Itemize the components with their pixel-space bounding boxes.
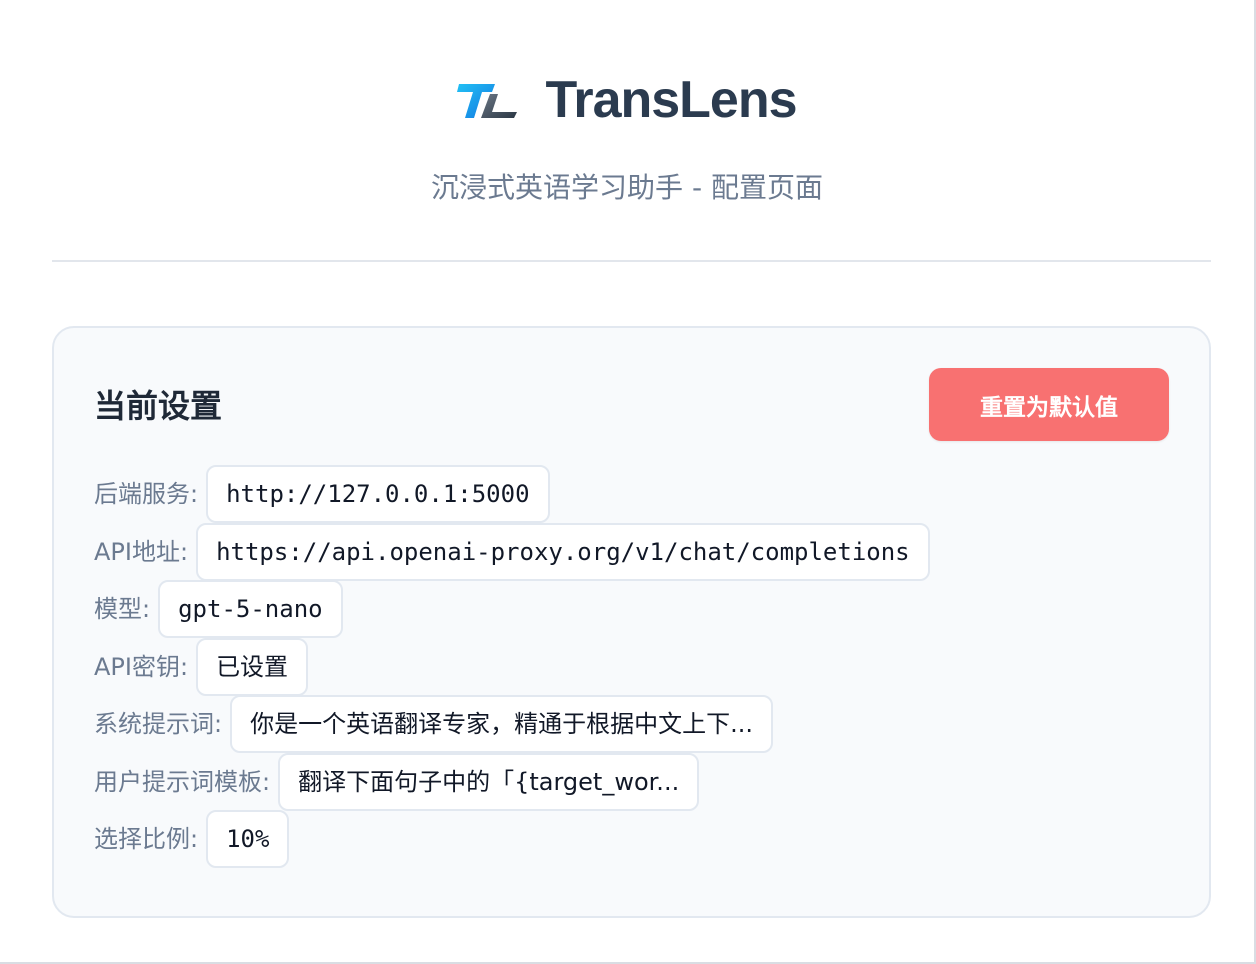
setting-label: API密钥:: [94, 653, 189, 681]
setting-value: 10%: [206, 810, 290, 868]
setting-value: http://127.0.0.1:5000: [206, 465, 550, 523]
setting-value: 已设置: [196, 638, 309, 696]
config-page: TransLens 沉浸式英语学习助手 - 配置页面 当前设置 重置为默认值 后…: [0, 0, 1256, 964]
setting-row-selection-ratio: 选择比例: 10%: [94, 810, 290, 868]
setting-label: 选择比例:: [94, 825, 199, 853]
setting-label: 后端服务:: [94, 480, 199, 508]
brand-header: TransLens: [0, 70, 1254, 130]
setting-label: 系统提示词:: [94, 710, 223, 738]
setting-label: API地址:: [94, 538, 189, 566]
setting-row-api-url: API地址: https://api.openai-proxy.org/v1/c…: [94, 523, 930, 581]
setting-value: gpt-5-nano: [158, 580, 343, 638]
setting-label: 用户提示词模板:: [94, 768, 271, 796]
setting-row-user-prompt-template: 用户提示词模板: 翻译下面句子中的「{target_wor...: [94, 753, 700, 811]
reset-defaults-button[interactable]: 重置为默认值: [929, 368, 1169, 441]
setting-value: https://api.openai-proxy.org/v1/chat/com…: [196, 523, 930, 581]
setting-label: 模型:: [94, 595, 151, 623]
setting-row-system-prompt: 系统提示词: 你是一个英语翻译专家，精通于根据中文上下...: [94, 695, 773, 753]
page-subtitle: 沉浸式英语学习助手 - 配置页面: [431, 171, 823, 204]
setting-value: 你是一个英语翻译专家，精通于根据中文上下...: [230, 695, 773, 753]
setting-row-backend: 后端服务: http://127.0.0.1:5000: [94, 465, 550, 523]
app-title: TransLens: [545, 71, 797, 129]
translens-logo-icon: [457, 84, 518, 118]
settings-card-title: 当前设置: [94, 387, 223, 425]
setting-value: 翻译下面句子中的「{target_wor...: [278, 753, 700, 811]
header-divider: [52, 260, 1211, 262]
setting-row-api-key: API密钥: 已设置: [94, 638, 309, 696]
setting-row-model: 模型: gpt-5-nano: [94, 580, 343, 638]
